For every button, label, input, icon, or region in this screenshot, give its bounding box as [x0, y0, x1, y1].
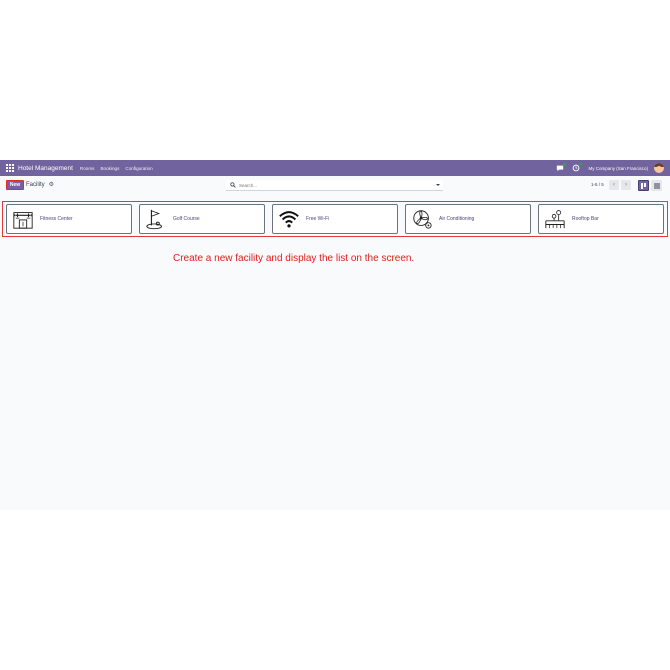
- breadcrumb: Facility ⚙: [26, 181, 54, 189]
- app-frame: Hotel Management Rooms Bookings Configur…: [0, 160, 670, 510]
- facility-card-rooftop-bar[interactable]: Rooftop Bar: [538, 204, 664, 234]
- app-brand[interactable]: Hotel Management: [18, 165, 73, 172]
- facility-name: Golf Course: [173, 216, 200, 222]
- menu-bookings[interactable]: Bookings: [100, 166, 119, 171]
- search-bar: [226, 180, 443, 191]
- gym-icon: [12, 208, 34, 230]
- menu-rooms[interactable]: Rooms: [80, 166, 95, 171]
- user-avatar[interactable]: [654, 163, 664, 173]
- pager-value[interactable]: 1-5 / 5: [591, 182, 604, 187]
- facility-name: Fitness Center: [40, 216, 73, 222]
- rooftop-bar-icon: [544, 208, 566, 230]
- gear-icon[interactable]: ⚙: [49, 181, 54, 188]
- chat-badge: [563, 163, 567, 166]
- golf-flag-icon: [145, 208, 167, 230]
- control-panel: New Facility ⚙ 1-5 / 5 ‹ ›: [0, 176, 670, 198]
- top-navbar: Hotel Management Rooms Bookings Configur…: [0, 160, 670, 176]
- pager-previous-button[interactable]: ‹: [609, 180, 619, 190]
- facility-name: Air Conditioning: [439, 216, 475, 222]
- activity-badge: [579, 163, 583, 166]
- apps-grid-icon[interactable]: [6, 164, 14, 172]
- chat-icon[interactable]: [556, 163, 567, 172]
- list-view-icon: [653, 183, 660, 188]
- facility-name: Rooftop Bar: [572, 216, 599, 222]
- kanban-view-icon: [640, 182, 646, 189]
- kanban-view-button[interactable]: [638, 180, 649, 191]
- navbar-systray: My Company (San Francisco): [548, 160, 664, 176]
- menu-configuration[interactable]: Configuration: [125, 166, 152, 171]
- activity-clock-icon[interactable]: [572, 163, 583, 172]
- wifi-icon: [278, 208, 300, 230]
- facility-card-air-conditioning[interactable]: Air Conditioning: [405, 204, 531, 234]
- search-input[interactable]: [239, 182, 429, 188]
- facility-card-golf-course[interactable]: Golf Course: [139, 204, 265, 234]
- new-button[interactable]: New: [6, 180, 24, 190]
- search-dropdown-toggle[interactable]: [436, 184, 440, 186]
- pager-next-button[interactable]: ›: [621, 180, 631, 190]
- facility-name: Free Wi-Fi: [306, 216, 330, 222]
- list-view-button[interactable]: [651, 180, 662, 191]
- company-switcher[interactable]: My Company (San Francisco): [588, 166, 648, 171]
- breadcrumb-facility: Facility: [26, 181, 45, 188]
- fan-icon: [411, 208, 433, 230]
- search-icon: [230, 182, 236, 188]
- facility-card-free-wifi[interactable]: Free Wi-Fi: [272, 204, 398, 234]
- instruction-text: Create a new facility and display the li…: [173, 253, 415, 264]
- facility-card-fitness-center[interactable]: Fitness Center: [6, 204, 132, 234]
